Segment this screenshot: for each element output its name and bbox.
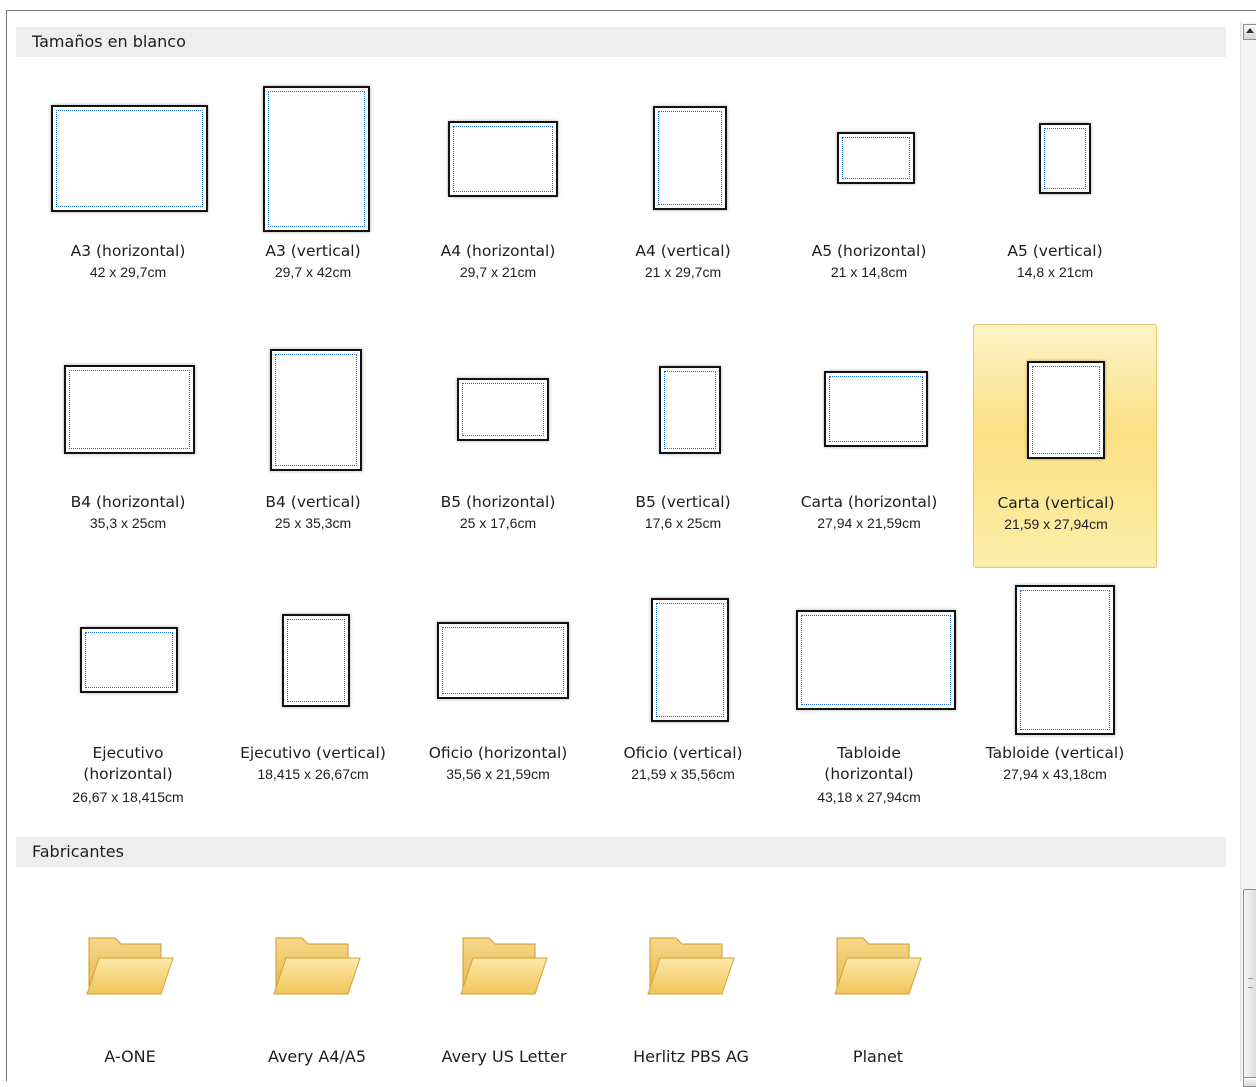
paper-size-tile[interactable]: A4 (horizontal) 29,7 x 21cm bbox=[395, 74, 579, 318]
manufacturer-folder-tile[interactable]: Herlitz PBS AG bbox=[599, 900, 783, 1075]
paper-size-dimensions: 43,18 x 27,94cm bbox=[817, 789, 921, 805]
paper-size-name: A3 (horizontal) bbox=[70, 242, 186, 260]
page-preview-icon bbox=[796, 610, 956, 710]
manufacturer-folder-tile[interactable]: Avery US Letter bbox=[412, 900, 596, 1075]
section-header-blank-sizes: Tamaños en blanco bbox=[16, 27, 1226, 57]
page-preview-icon bbox=[448, 121, 558, 197]
paper-size-dimensions: 29,7 x 42cm bbox=[274, 264, 352, 280]
paper-size-name: A4 (horizontal) bbox=[440, 242, 556, 260]
folder-icon bbox=[459, 932, 549, 1002]
paper-size-tile[interactable]: Carta (horizontal) 27,94 x 21,59cm bbox=[766, 325, 950, 569]
paper-size-name: Carta (horizontal) bbox=[800, 493, 938, 511]
scroll-up-arrow-icon[interactable] bbox=[1243, 24, 1256, 40]
manufacturer-name: Planet bbox=[852, 1047, 904, 1066]
paper-size-dimensions: 21,59 x 27,94cm bbox=[1004, 516, 1108, 532]
grip-icon bbox=[1248, 978, 1253, 988]
paper-size-tile[interactable]: B4 (vertical) 25 x 35,3cm bbox=[210, 325, 394, 569]
manufacturer-folder-tile[interactable]: Avery A4/A5 bbox=[225, 900, 409, 1075]
paper-size-dimensions: 27,94 x 21,59cm bbox=[817, 515, 921, 531]
page-preview-icon bbox=[50, 104, 208, 212]
paper-size-name: B4 (vertical) bbox=[265, 493, 361, 511]
paper-size-name: A5 (vertical) bbox=[1007, 242, 1103, 260]
page-preview-icon bbox=[1015, 585, 1115, 735]
section-title: Tamaños en blanco bbox=[32, 32, 186, 51]
paper-size-dimensions: 17,6 x 25cm bbox=[644, 515, 722, 531]
scroll-down-arrow-icon[interactable] bbox=[1243, 1077, 1256, 1087]
paper-size-dimensions: 29,7 x 21cm bbox=[459, 264, 537, 280]
paper-size-tile[interactable]: A5 (vertical) 14,8 x 21cm bbox=[952, 74, 1136, 318]
page-preview-icon bbox=[659, 366, 721, 454]
paper-size-name: A3 (vertical) bbox=[265, 242, 361, 260]
manufacturer-name: Herlitz PBS AG bbox=[633, 1047, 749, 1066]
paper-size-dimensions: 42 x 29,7cm bbox=[89, 264, 167, 280]
page-preview-icon bbox=[1027, 361, 1105, 459]
folder-icon bbox=[85, 932, 175, 1002]
paper-size-dimensions: 14,8 x 21cm bbox=[1016, 264, 1094, 280]
paper-size-name: Oficio (horizontal) bbox=[428, 744, 568, 762]
paper-size-name: A5 (horizontal) bbox=[811, 242, 927, 260]
paper-size-dimensions: 21 x 29,7cm bbox=[644, 264, 722, 280]
paper-size-name: Ejecutivo (vertical) bbox=[240, 744, 386, 762]
page-preview-icon bbox=[63, 364, 195, 454]
paper-size-tile[interactable]: B4 (horizontal) 35,3 x 25cm bbox=[25, 325, 209, 569]
paper-size-dimensions: 25 x 35,3cm bbox=[274, 515, 352, 531]
paper-size-name: Carta (vertical) bbox=[997, 494, 1115, 512]
scroll-thumb[interactable] bbox=[1243, 889, 1256, 1079]
page-preview-icon bbox=[80, 627, 178, 693]
paper-size-name: Tabloide (horizontal) bbox=[824, 744, 914, 783]
paper-size-name: B5 (horizontal) bbox=[440, 493, 556, 511]
page-preview-icon bbox=[653, 106, 727, 210]
paper-size-tile[interactable]: A3 (vertical) 29,7 x 42cm bbox=[210, 74, 394, 318]
page-preview-icon bbox=[262, 86, 370, 232]
paper-size-tile[interactable]: Tabloide (horizontal) 43,18 x 27,94cm bbox=[766, 576, 956, 820]
paper-size-name: B4 (horizontal) bbox=[70, 493, 186, 511]
page-preview-icon bbox=[1039, 122, 1091, 194]
paper-size-name: A4 (vertical) bbox=[635, 242, 731, 260]
paper-size-tile[interactable]: Tabloide (vertical) 27,94 x 43,18cm bbox=[952, 576, 1136, 820]
paper-size-tile[interactable]: Oficio (horizontal) 35,56 x 21,59cm bbox=[395, 576, 579, 820]
paper-size-tile[interactable]: B5 (horizontal) 25 x 17,6cm bbox=[395, 325, 579, 569]
manufacturer-folder-tile[interactable]: Planet bbox=[786, 900, 970, 1075]
folder-icon bbox=[272, 932, 362, 1002]
page-preview-icon bbox=[457, 377, 549, 441]
page-preview-icon bbox=[437, 621, 569, 699]
paper-size-name: Ejecutivo (horizontal) bbox=[83, 744, 173, 783]
paper-size-tile[interactable]: A3 (horizontal) 42 x 29,7cm bbox=[25, 74, 209, 318]
paper-size-name: B5 (vertical) bbox=[635, 493, 731, 511]
paper-size-name: Oficio (vertical) bbox=[623, 744, 743, 762]
manufacturer-name: Avery US Letter bbox=[441, 1047, 567, 1066]
manufacturer-name: A-ONE bbox=[104, 1047, 156, 1066]
paper-size-dimensions: 26,67 x 18,415cm bbox=[72, 789, 184, 805]
section-title: Fabricantes bbox=[32, 842, 124, 861]
folder-icon bbox=[646, 932, 736, 1002]
page-preview-icon bbox=[837, 132, 915, 184]
paper-size-dimensions: 21 x 14,8cm bbox=[830, 264, 908, 280]
paper-size-tile[interactable]: Ejecutivo (vertical) 18,415 x 26,67cm bbox=[210, 576, 394, 820]
paper-size-tile[interactable]: A4 (vertical) 21 x 29,7cm bbox=[580, 74, 764, 318]
page-preview-icon bbox=[282, 613, 350, 707]
paper-size-tile[interactable]: B5 (vertical) 17,6 x 25cm bbox=[580, 325, 764, 569]
paper-size-tile[interactable]: Carta (vertical) 21,59 x 27,94cm bbox=[973, 324, 1157, 568]
paper-size-tile[interactable]: Ejecutivo (horizontal) 26,67 x 18,415cm bbox=[25, 576, 209, 820]
page-preview-icon bbox=[270, 349, 362, 471]
paper-size-dimensions: 35,3 x 25cm bbox=[89, 515, 167, 531]
folder-icon bbox=[833, 932, 923, 1002]
paper-size-dimensions: 18,415 x 26,67cm bbox=[257, 766, 369, 782]
vertical-scrollbar[interactable] bbox=[1240, 22, 1256, 1087]
paper-size-dimensions: 35,56 x 21,59cm bbox=[446, 766, 550, 782]
paper-size-dimensions: 27,94 x 43,18cm bbox=[1003, 766, 1107, 782]
page-preview-icon bbox=[824, 371, 928, 447]
paper-size-dimensions: 25 x 17,6cm bbox=[459, 515, 537, 531]
section-header-manufacturers: Fabricantes bbox=[16, 837, 1226, 867]
manufacturer-folder-tile[interactable]: A-ONE bbox=[38, 900, 222, 1075]
paper-size-dimensions: 21,59 x 35,56cm bbox=[631, 766, 735, 782]
manufacturer-name: Avery A4/A5 bbox=[267, 1047, 367, 1066]
page-preview-icon bbox=[651, 598, 729, 722]
paper-size-tile[interactable]: Oficio (vertical) 21,59 x 35,56cm bbox=[580, 576, 764, 820]
paper-size-name: Tabloide (vertical) bbox=[985, 744, 1125, 762]
paper-size-tile[interactable]: A5 (horizontal) 21 x 14,8cm bbox=[766, 74, 950, 318]
